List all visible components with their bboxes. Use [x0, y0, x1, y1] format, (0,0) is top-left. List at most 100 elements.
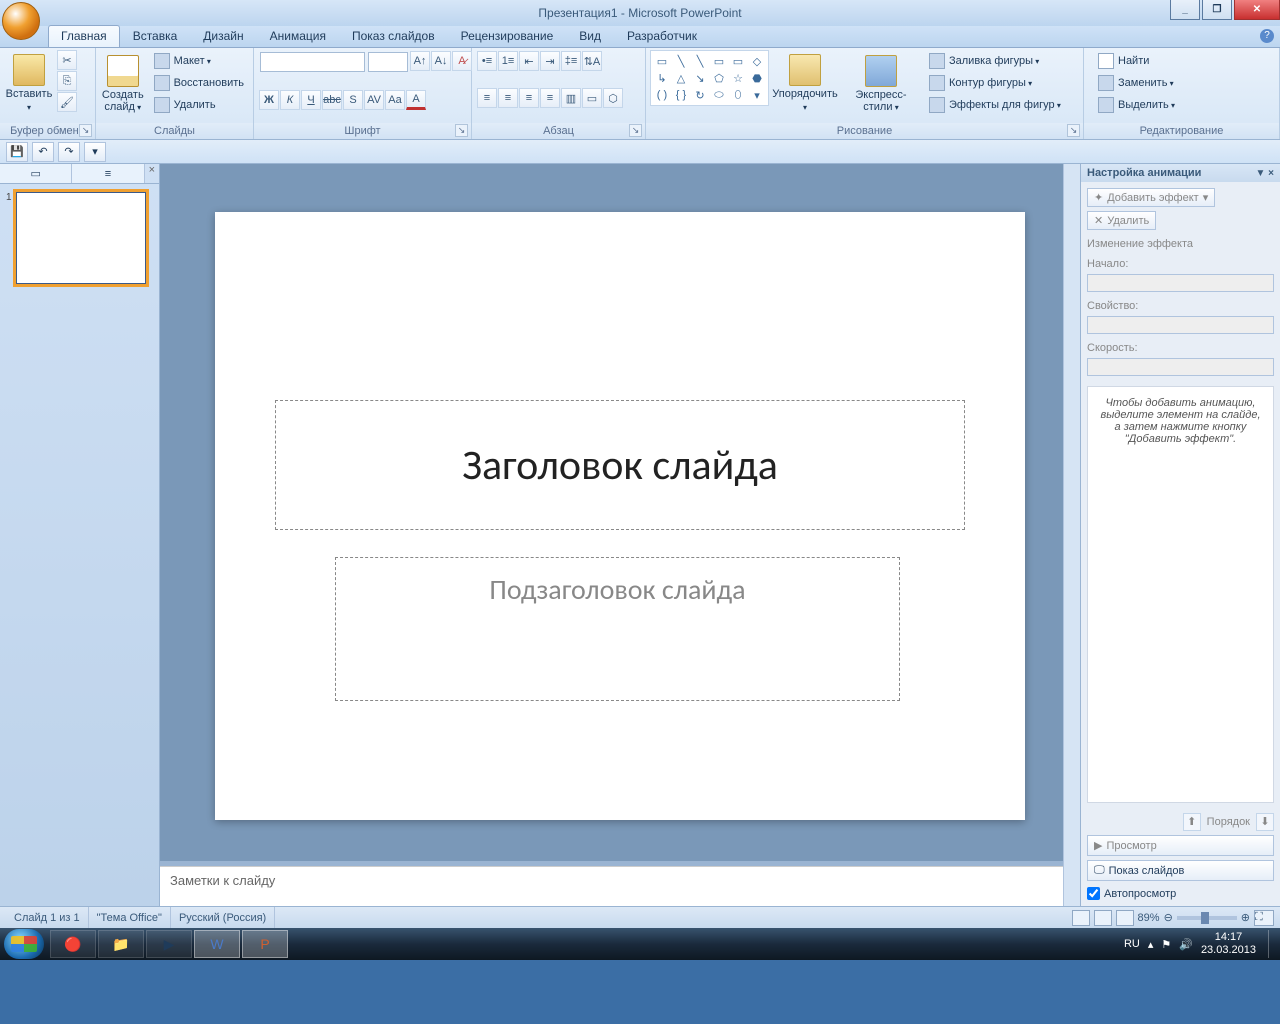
- panel-close-button[interactable]: ×: [145, 164, 159, 183]
- title-placeholder[interactable]: Заголовок слайда: [275, 400, 965, 530]
- undo-button[interactable]: ↶: [32, 142, 54, 162]
- bold-button[interactable]: Ж: [259, 90, 279, 110]
- dec-indent-button[interactable]: ⇤: [519, 51, 539, 71]
- status-language[interactable]: Русский (Россия): [171, 907, 275, 928]
- replace-button[interactable]: Заменить: [1091, 72, 1182, 93]
- text-direction-button[interactable]: ⇅A: [582, 51, 602, 71]
- select-button[interactable]: Выделить: [1091, 94, 1182, 115]
- quick-styles-button[interactable]: Экспресс-стили: [841, 50, 921, 116]
- canvas-area[interactable]: Заголовок слайда Подзаголовок слайда: [160, 164, 1080, 861]
- columns-button[interactable]: ▥: [561, 88, 581, 108]
- arrange-button[interactable]: Упорядочить: [769, 50, 841, 116]
- delete-slide-button[interactable]: Удалить: [149, 94, 249, 115]
- outline-icon: [929, 75, 945, 91]
- add-effect-button[interactable]: ✦Добавить эффект ▾: [1087, 188, 1215, 207]
- cut-button[interactable]: ✂: [57, 50, 77, 70]
- char-spacing-button[interactable]: AV: [364, 90, 384, 110]
- inc-indent-button[interactable]: ⇥: [540, 51, 560, 71]
- qat-customize-button[interactable]: ▾: [84, 142, 106, 162]
- font-family-combo[interactable]: [260, 52, 365, 72]
- task-opera[interactable]: 🔴: [50, 930, 96, 958]
- reset-button[interactable]: Восстановить: [149, 72, 249, 93]
- tray-volume-icon[interactable]: 🔊: [1179, 938, 1193, 951]
- format-painter-button[interactable]: 🖌: [57, 92, 77, 112]
- sorter-view-button[interactable]: [1094, 910, 1112, 926]
- help-icon[interactable]: ?: [1260, 29, 1274, 43]
- tab-design[interactable]: Дизайн: [190, 25, 256, 47]
- shape-fill-button[interactable]: Заливка фигуры: [924, 50, 1066, 71]
- find-button[interactable]: Найти: [1091, 50, 1182, 71]
- start-button[interactable]: [4, 929, 44, 959]
- italic-button[interactable]: К: [280, 90, 300, 110]
- strike-button[interactable]: abc: [322, 90, 342, 110]
- align-text-button[interactable]: ▭: [582, 88, 602, 108]
- font-expand-icon[interactable]: ↘: [455, 124, 468, 137]
- bullets-button[interactable]: •≡: [477, 51, 497, 71]
- align-left-button[interactable]: ≡: [477, 88, 497, 108]
- minimize-button[interactable]: _: [1170, 0, 1200, 20]
- shadow-button[interactable]: S: [343, 90, 363, 110]
- subtitle-placeholder[interactable]: Подзаголовок слайда: [335, 557, 900, 701]
- align-center-button[interactable]: ≡: [498, 88, 518, 108]
- show-desktop-button[interactable]: [1268, 930, 1276, 958]
- slideshow-view-button[interactable]: [1116, 910, 1134, 926]
- paragraph-expand-icon[interactable]: ↘: [629, 124, 642, 137]
- tab-developer[interactable]: Разработчик: [614, 25, 710, 47]
- justify-button[interactable]: ≡: [540, 88, 560, 108]
- preview-button[interactable]: ▶Просмотр: [1087, 835, 1274, 856]
- align-right-button[interactable]: ≡: [519, 88, 539, 108]
- font-size-combo[interactable]: [368, 52, 408, 72]
- smartart-button[interactable]: ⬡: [603, 88, 623, 108]
- new-slide-button[interactable]: Создать слайд: [100, 50, 146, 116]
- save-button[interactable]: 💾: [6, 142, 28, 162]
- redo-button[interactable]: ↷: [58, 142, 80, 162]
- numbering-button[interactable]: 1≡: [498, 51, 518, 71]
- underline-button[interactable]: Ч: [301, 90, 321, 110]
- office-button[interactable]: [2, 2, 40, 40]
- copy-button[interactable]: ⎘: [57, 71, 77, 91]
- grow-font-button[interactable]: A↑: [410, 51, 430, 71]
- line-spacing-button[interactable]: ‡≡: [561, 51, 581, 71]
- shape-effects-button[interactable]: Эффекты для фигур: [924, 94, 1066, 115]
- layout-button[interactable]: Макет: [149, 50, 249, 71]
- clear-format-button[interactable]: A̷: [452, 51, 472, 71]
- tray-lang[interactable]: RU: [1124, 938, 1140, 950]
- change-case-button[interactable]: Aa: [385, 90, 405, 110]
- tab-view[interactable]: Вид: [566, 25, 614, 47]
- clipboard-expand-icon[interactable]: ↘: [79, 124, 92, 137]
- close-button[interactable]: ✕: [1234, 0, 1280, 20]
- task-media[interactable]: ▶: [146, 930, 192, 958]
- slides-tab[interactable]: ▭: [0, 164, 72, 183]
- drawing-expand-icon[interactable]: ↘: [1067, 124, 1080, 137]
- slide-canvas[interactable]: Заголовок слайда Подзаголовок слайда: [215, 212, 1025, 820]
- shapes-gallery[interactable]: ▭╲╲▭▭◇ ↳△↘⬠☆⬣ ( ){ }↻⬭⬯▾: [650, 50, 769, 106]
- tab-animation[interactable]: Анимация: [257, 25, 339, 47]
- slideshow-button[interactable]: 🖵Показ слайдов: [1087, 860, 1274, 881]
- vertical-scrollbar[interactable]: [1063, 164, 1080, 906]
- shape-outline-button[interactable]: Контур фигуры: [924, 72, 1066, 93]
- notes-pane[interactable]: Заметки к слайду: [160, 866, 1080, 906]
- outline-tab[interactable]: ≡: [72, 164, 144, 183]
- maximize-button[interactable]: ❐: [1202, 0, 1232, 20]
- slide-thumbnail-1[interactable]: 1: [6, 192, 153, 284]
- normal-view-button[interactable]: [1072, 910, 1090, 926]
- task-powerpoint[interactable]: P: [242, 930, 288, 958]
- font-color-button[interactable]: A: [406, 90, 426, 110]
- zoom-out-button[interactable]: ⊖: [1164, 911, 1173, 924]
- task-word[interactable]: W: [194, 930, 240, 958]
- tab-slideshow[interactable]: Показ слайдов: [339, 25, 448, 47]
- autopreview-checkbox[interactable]: [1087, 887, 1100, 900]
- shrink-font-button[interactable]: A↓: [431, 51, 451, 71]
- fit-window-button[interactable]: ⛶: [1254, 910, 1274, 926]
- tray-clock[interactable]: 14:1723.03.2013: [1201, 931, 1260, 957]
- tab-review[interactable]: Рецензирование: [448, 25, 567, 47]
- tab-insert[interactable]: Вставка: [120, 25, 191, 47]
- task-explorer[interactable]: 📁: [98, 930, 144, 958]
- tray-flag-icon[interactable]: ⚑: [1161, 938, 1171, 951]
- pane-menu-button[interactable]: ▼ ×: [1255, 168, 1274, 179]
- tray-arrow-icon[interactable]: ▴: [1148, 938, 1154, 951]
- zoom-slider[interactable]: [1177, 916, 1237, 920]
- tab-home[interactable]: Главная: [48, 25, 120, 47]
- paste-button[interactable]: Вставить: [4, 50, 54, 116]
- zoom-in-button[interactable]: ⊕: [1241, 911, 1250, 924]
